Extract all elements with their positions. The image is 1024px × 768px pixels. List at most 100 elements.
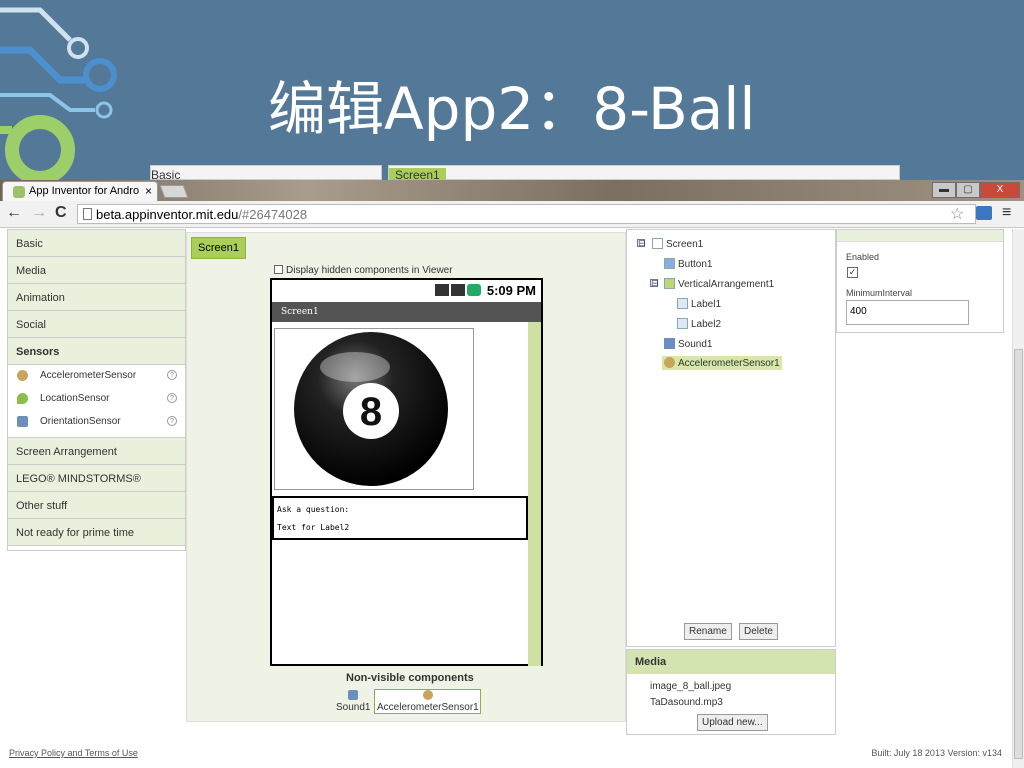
tree-node-label: Screen1 [666, 239, 704, 250]
button1-8ball-image[interactable]: 8 [274, 328, 474, 490]
nonvisible-sound1[interactable]: Sound1 [336, 690, 370, 713]
palette-item-label: LocationSensor [40, 393, 110, 404]
media-file-sound[interactable]: TaDasound.mp3 [650, 697, 723, 708]
network-icon [435, 284, 450, 296]
screen1-tab[interactable]: Screen1 [191, 237, 246, 259]
palette-category-screen-arrangement[interactable]: Screen Arrangement [8, 438, 185, 465]
tree-node-screen1[interactable]: Screen1 [652, 238, 703, 250]
collapse-toggle-icon[interactable]: ⊟ [637, 239, 646, 248]
nonvisible-label: AccelerometerSensor1 [377, 702, 479, 713]
forward-icon[interactable]: → [31, 204, 47, 222]
accelerometer-icon [17, 370, 28, 381]
delete-button[interactable]: Delete [739, 623, 778, 640]
minimum-interval-input[interactable]: 400 [846, 300, 969, 325]
label-icon [677, 318, 688, 329]
page-scrollbar[interactable] [1012, 229, 1024, 768]
minimum-interval-label: MinimumInterval [846, 288, 913, 298]
circuit-decoration-icon [0, 7, 117, 180]
tree-node-label1[interactable]: Label1 [677, 298, 721, 310]
upload-new-button[interactable]: Upload new... [697, 714, 768, 731]
checkbox-label: Display hidden components in Viewer [286, 265, 453, 276]
phone-status-bar: 5:09 PM [272, 280, 541, 302]
tree-node-accelerometersensor1[interactable]: AccelerometerSensor1 [662, 356, 782, 370]
address-bar[interactable]: beta.appinventor.mit.edu/#26474028 [77, 204, 976, 224]
tree-node-button1[interactable]: Button1 [664, 258, 712, 270]
speaker-icon [664, 338, 675, 349]
new-tab-button[interactable] [159, 185, 189, 198]
label1[interactable]: Ask a question: [277, 505, 349, 514]
speaker-icon [348, 690, 359, 700]
label2[interactable]: Text for Label2 [277, 523, 349, 532]
browser-menu-icon[interactable]: ≡ [1002, 204, 1011, 222]
browser-tabstrip: App Inventor for Andro × ▬ ▢ X [0, 180, 1024, 201]
page-icon [83, 208, 92, 220]
palette-category-lego[interactable]: LEGO® MINDSTORMS® [8, 465, 185, 492]
phone-preview: 5:09 PM Screen1 8 Ask a question: Text f… [270, 278, 543, 666]
nonvisible-label: Sound1 [336, 702, 371, 713]
maximize-button[interactable]: ▢ [956, 182, 980, 198]
extension-icon[interactable] [976, 206, 992, 220]
palette-category-not-ready[interactable]: Not ready for prime time [8, 519, 185, 546]
phone-title-bar: Screen1 [272, 302, 541, 322]
phone-scrollbar [528, 322, 541, 666]
minimize-button[interactable]: ▬ [932, 182, 956, 198]
back-icon[interactable]: ← [6, 204, 22, 222]
eight-ball-icon: 8 [294, 332, 448, 486]
reload-icon[interactable]: C [55, 204, 67, 222]
url-host: beta.appinventor.mit.edu [96, 207, 239, 222]
media-file-image[interactable]: image_8_ball.jpeg [650, 681, 731, 692]
accelerometer-icon [422, 690, 433, 700]
palette-category-sensors[interactable]: Sensors [8, 338, 185, 365]
palette-category-media[interactable]: Media [8, 257, 185, 284]
palette-item-accelerometer[interactable]: AccelerometerSensor? [8, 365, 185, 388]
behind-window-strip-right: Screen1 [388, 165, 900, 182]
properties-header [837, 230, 1003, 242]
checkbox-icon[interactable] [274, 265, 283, 274]
help-icon[interactable]: ? [167, 393, 177, 403]
tree-node-sound1[interactable]: Sound1 [664, 338, 712, 350]
palette-item-label: OrientationSensor [40, 416, 121, 427]
label-icon [677, 298, 688, 309]
palette-category-animation[interactable]: Animation [8, 284, 185, 311]
tab-title: App Inventor for Andro [29, 185, 140, 197]
collapse-toggle-icon[interactable]: ⊟ [650, 279, 659, 288]
scrollbar-thumb[interactable] [1014, 349, 1023, 759]
browser-toolbar: ← → C beta.appinventor.mit.edu/#26474028 [0, 201, 1024, 228]
nonvisible-accelerometer1[interactable]: AccelerometerSensor1 [374, 689, 481, 714]
tree-node-label: VerticalArrangement1 [678, 279, 775, 290]
window-controls: ▬ ▢ X [932, 182, 1020, 198]
build-info: Built: July 18 2013 Version: v134 [871, 748, 1002, 758]
palette-category-other[interactable]: Other stuff [8, 492, 185, 519]
help-icon[interactable]: ? [167, 370, 177, 380]
media-title: Media [627, 650, 835, 674]
tree-node-label: Label2 [691, 319, 722, 330]
orientation-icon [17, 416, 28, 427]
display-hidden-checkbox[interactable]: Display hidden components in Viewer [274, 265, 453, 276]
tab-close-icon[interactable]: × [145, 184, 152, 198]
palette-item-label: AccelerometerSensor [40, 370, 137, 381]
help-icon[interactable]: ? [167, 416, 177, 426]
slide-header: 编辑App2：8-Ball [0, 0, 1024, 180]
tree-node-label: Button1 [678, 259, 713, 270]
app-inventor-favicon-icon [13, 186, 25, 198]
rename-button[interactable]: Rename [684, 623, 732, 640]
signal-icon [451, 284, 466, 296]
tree-node-label2[interactable]: Label2 [677, 318, 721, 330]
privacy-link[interactable]: Privacy Policy and Terms of Use [9, 748, 138, 758]
behind-window-strip: Basic [150, 165, 382, 182]
close-window-button[interactable]: X [980, 182, 1020, 198]
vertical-arrangement1[interactable]: Ask a question: Text for Label2 [272, 496, 528, 540]
browser-tab[interactable]: App Inventor for Andro × [2, 181, 158, 201]
palette-category-basic[interactable]: Basic [8, 230, 185, 257]
url-path: /#26474028 [238, 207, 308, 222]
bookmark-star-icon[interactable]: ☆ [950, 204, 964, 224]
enabled-checkbox[interactable]: ✓ [847, 267, 858, 278]
status-time: 5:09 PM [486, 283, 536, 298]
tree-node-label: Label1 [691, 299, 722, 310]
palette-category-social[interactable]: Social [8, 311, 185, 338]
ball-number: 8 [360, 390, 382, 434]
battery-icon [467, 284, 482, 296]
palette-item-orientation[interactable]: OrientationSensor? [8, 411, 185, 438]
tree-node-verticalarrangement1[interactable]: VerticalArrangement1 [664, 278, 774, 290]
palette-item-location[interactable]: LocationSensor? [8, 388, 185, 411]
